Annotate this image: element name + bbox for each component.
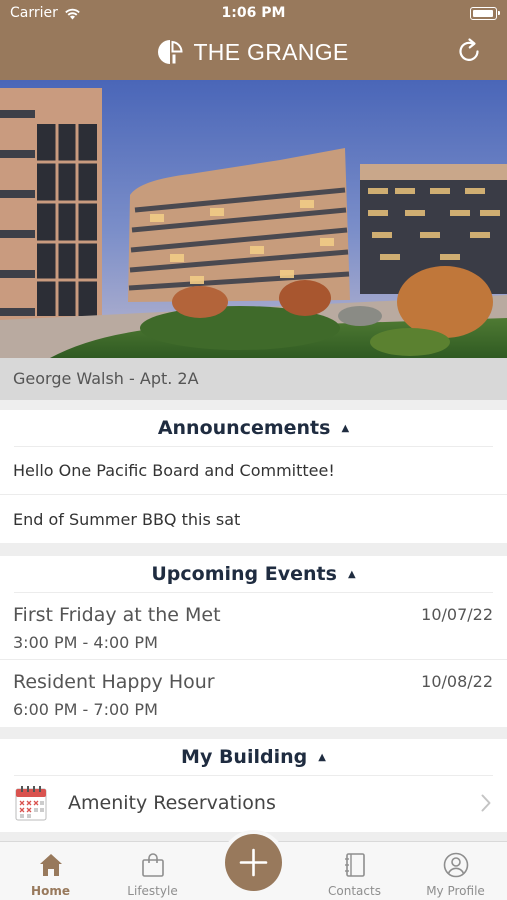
- event-time: 3:00 PM - 4:00 PM: [13, 633, 158, 652]
- announcements-title: Announcements: [157, 417, 331, 439]
- building-header[interactable]: My Building ▲: [14, 739, 493, 776]
- event-name: First Friday at the Met: [13, 604, 221, 626]
- apartment-buildings-photo: [0, 80, 507, 358]
- events-header[interactable]: Upcoming Events ▲: [14, 556, 493, 593]
- tab-label: Home: [31, 884, 70, 898]
- tab-label: Lifestyle: [127, 884, 178, 898]
- profile-icon: [443, 852, 468, 878]
- announcement-item[interactable]: End of Summer BBQ this sat: [0, 495, 507, 543]
- collapse-triangle-icon: ▲: [347, 568, 356, 580]
- announcement-item[interactable]: Hello One Pacific Board and Committee!: [0, 447, 507, 495]
- shopping-bag-icon: [141, 853, 164, 877]
- tab-lifestyle[interactable]: Lifestyle: [102, 842, 203, 900]
- status-time: 1:06 PM: [221, 5, 286, 21]
- chevron-right-icon: [481, 794, 491, 812]
- tab-home[interactable]: Home: [0, 842, 101, 900]
- building-section: My Building ▲ Amenity Reservations: [0, 739, 507, 832]
- event-item[interactable]: Resident Happy Hour 6:00 PM - 7:00 PM 10…: [0, 660, 507, 727]
- event-date: 10/07/22: [421, 605, 493, 624]
- contacts-book-icon: [344, 853, 365, 877]
- tab-label: My Profile: [426, 884, 485, 898]
- amenity-reservations-label: Amenity Reservations: [68, 792, 276, 814]
- event-date: 10/08/22: [421, 672, 493, 691]
- tab-contacts[interactable]: Contacts: [304, 842, 405, 900]
- tab-my-profile[interactable]: My Profile: [405, 842, 506, 900]
- event-name: Resident Happy Hour: [13, 671, 215, 693]
- app-header: Carrier 1:06 PM THE GRANGE: [0, 0, 507, 80]
- event-item[interactable]: First Friday at the Met 3:00 PM - 4:00 P…: [0, 593, 507, 660]
- collapse-triangle-icon: ▲: [318, 751, 326, 763]
- battery-icon: [470, 7, 500, 20]
- events-title: Upcoming Events: [151, 563, 337, 585]
- amenity-reservations-item[interactable]: Amenity Reservations: [0, 776, 507, 832]
- status-bar: Carrier 1:06 PM: [0, 0, 507, 28]
- home-icon: [39, 854, 62, 876]
- calendar-icon: [15, 786, 47, 821]
- announcements-header[interactable]: Announcements ▲: [14, 410, 493, 447]
- collapse-triangle-icon: ▲: [341, 422, 350, 434]
- tab-label: Contacts: [328, 884, 381, 898]
- brand: THE GRANGE: [0, 36, 507, 68]
- event-time: 6:00 PM - 7:00 PM: [13, 700, 158, 719]
- building-title: My Building: [181, 746, 308, 768]
- announcements-section: Announcements ▲ Hello One Pacific Board …: [0, 410, 507, 543]
- events-section: Upcoming Events ▲ First Friday at the Me…: [0, 556, 507, 727]
- refresh-icon[interactable]: [455, 37, 483, 65]
- grange-logo-icon: [158, 40, 184, 64]
- app-title: THE GRANGE: [193, 38, 349, 65]
- resident-apartment-label: George Walsh - Apt. 2A: [0, 358, 507, 400]
- add-button[interactable]: [225, 834, 282, 891]
- plus-icon: [239, 848, 268, 877]
